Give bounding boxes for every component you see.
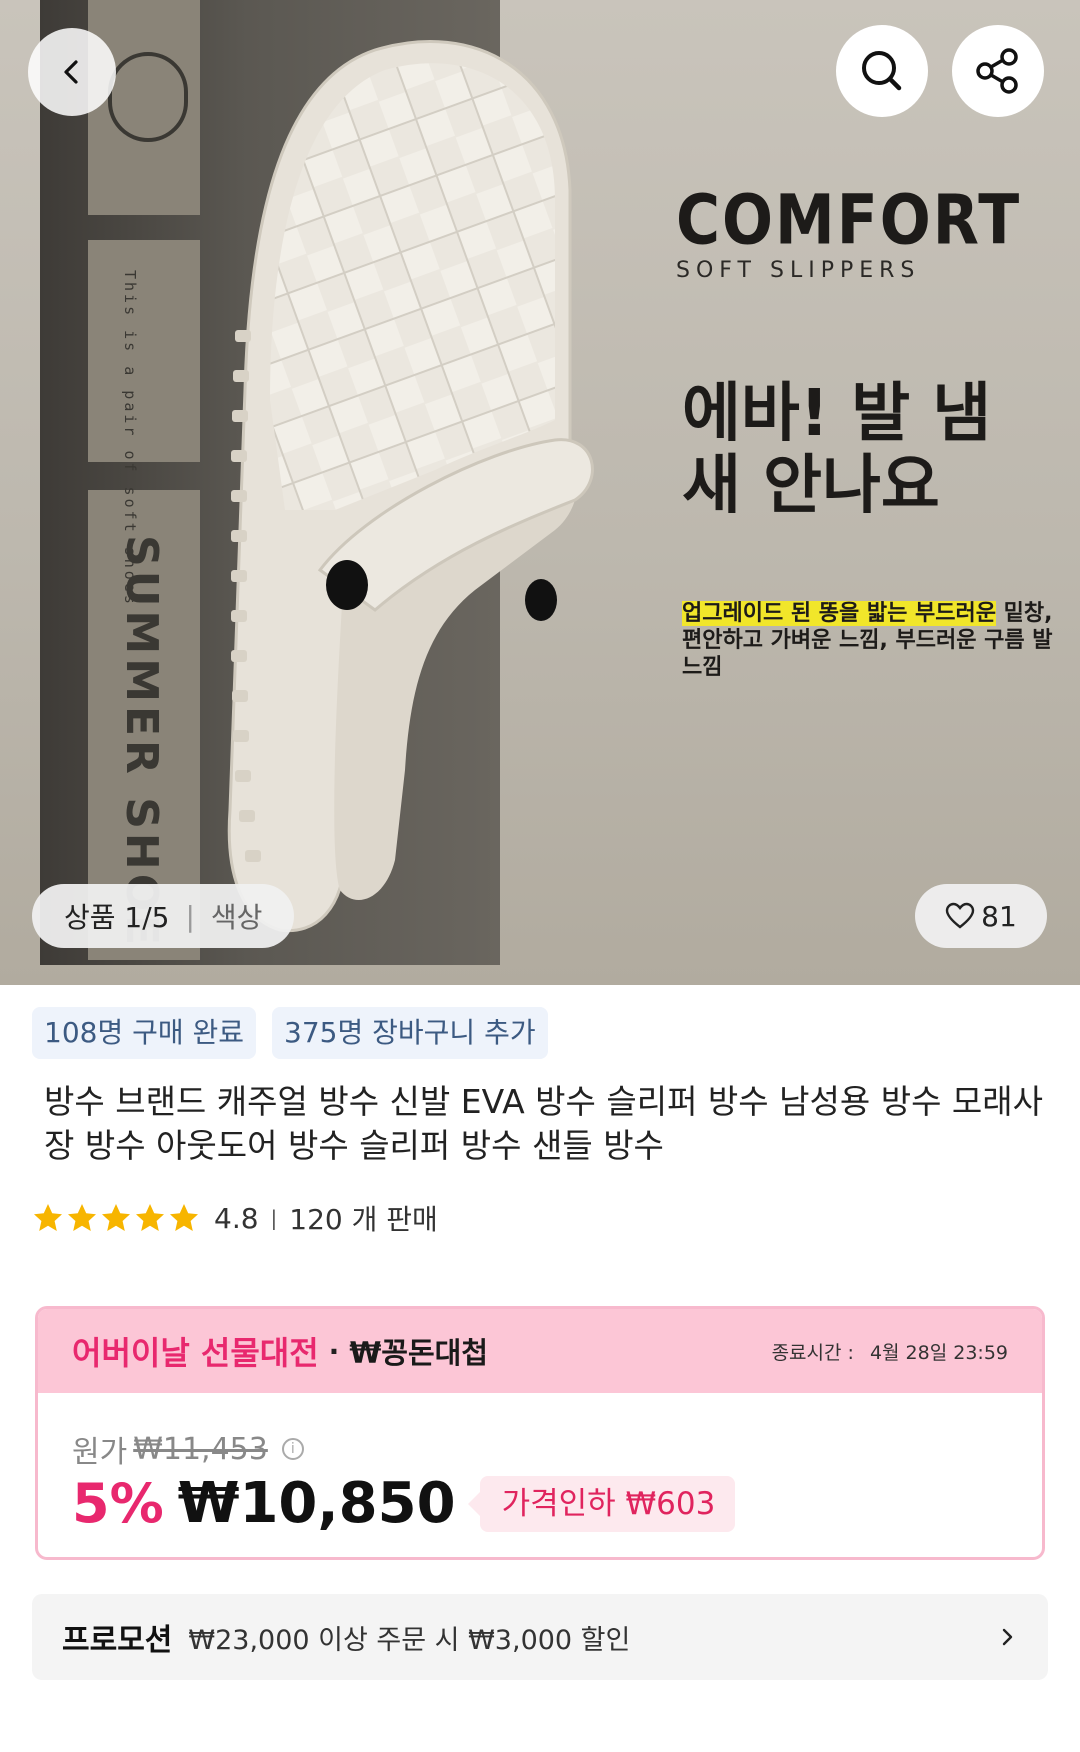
hero-description-highlight: 업그레이드 된 똥을 밟는 부드러운: [682, 601, 996, 626]
star-icon: [102, 1204, 130, 1231]
star-rating: [32, 1202, 200, 1234]
cart-added-count-tag: 375명 장바구니 추가: [272, 1007, 548, 1059]
heart-icon: [945, 902, 975, 929]
hero-description: 업그레이드 된 똥을 밟는 부드러운 밑창, 편안하고 가벼운 느낌, 부드러운…: [682, 600, 1062, 681]
end-time-value: 4월 28일 23:59: [869, 1341, 1008, 1364]
event-price-card: 어버이날 선물대전 · ₩꽁돈대첩 종료시간 : 4월 28일 23:59 원가 …: [35, 1306, 1045, 1560]
chevron-left-icon: [64, 60, 78, 84]
rating-value: 4.8: [214, 1201, 259, 1235]
original-price: ₩11,453: [133, 1431, 268, 1467]
image-counter-pill[interactable]: 상품 1/5 | 색상: [32, 884, 295, 948]
info-icon[interactable]: i: [281, 1438, 304, 1460]
product-title: 방수 브랜드 캐주얼 방수 신발 EVA 방수 슬리퍼 방수 남성용 방수 모래…: [44, 1082, 1043, 1165]
next-section-peek: [0, 1735, 1080, 1752]
promotion-label: 프로모션: [62, 1623, 173, 1658]
rating-separator: |: [270, 1206, 278, 1230]
sale-price: ₩10,850: [177, 1471, 456, 1536]
star-icon: [68, 1204, 96, 1231]
star-icon: [170, 1204, 198, 1231]
discount-percent: 5%: [72, 1472, 164, 1535]
image-counter: 상품 1/5: [64, 901, 170, 934]
purchased-count-tag: 108명 구매 완료: [32, 1007, 257, 1059]
sold-count: 120 개 판매: [289, 1203, 438, 1236]
event-end-time: 종료시간 : 4월 28일 23:59: [772, 1338, 1008, 1365]
counter-separator: |: [185, 899, 195, 933]
slipper-image: [227, 40, 594, 933]
product-image-carousel[interactable]: This is a pair of soft shoes SUMMER SHOE: [0, 0, 1080, 985]
event-separator: ·: [328, 1334, 340, 1368]
brand-subtitle: SOFT SLIPPERS: [676, 258, 921, 283]
star-icon: [34, 1204, 62, 1231]
like-count: 81: [981, 899, 1017, 933]
price-drop-badge: 가격인하 ₩603: [467, 1475, 736, 1532]
search-icon: [862, 51, 902, 91]
share-icon: [976, 48, 1018, 94]
price-row: 5% ₩10,850 가격인하 ₩603: [72, 1471, 736, 1536]
original-price-label: 원가: [72, 1435, 128, 1470]
search-button[interactable]: [836, 25, 928, 117]
end-time-label: 종료시간 :: [771, 1341, 854, 1364]
back-button[interactable]: [28, 28, 116, 116]
event-name: 어버이날 선물대전: [72, 1334, 319, 1372]
promotion-row[interactable]: 프로모션 ₩23,000 이상 주문 시 ₩3,000 할인: [32, 1594, 1048, 1680]
brand-title: COMFORT: [676, 180, 1022, 261]
event-banner: 어버이날 선물대전 · ₩꽁돈대첩 종료시간 : 4월 28일 23:59: [38, 1309, 1042, 1393]
purchase-stats: 108명 구매 완료 375명 장바구니 추가: [32, 1007, 548, 1059]
rating-row[interactable]: 4.8 | 120 개 판매: [32, 1198, 438, 1238]
original-price-row: 원가 ₩11,453 i: [72, 1427, 304, 1471]
like-button[interactable]: 81: [915, 884, 1047, 948]
share-button[interactable]: [952, 25, 1044, 117]
color-option-link[interactable]: 색상: [211, 896, 263, 936]
hero-headline: 에바! 발 냄새 안나요: [682, 377, 992, 523]
chevron-right-icon: [1002, 1628, 1013, 1646]
cloud-icon: [108, 52, 188, 142]
brand-logo: COMFORT SOFT SLIPPERS: [676, 180, 1021, 283]
star-icon: [136, 1204, 164, 1231]
promotion-text: ₩23,000 이상 주문 시 ₩3,000 할인: [188, 1624, 631, 1656]
event-subname: ₩꽁돈대첩: [349, 1336, 489, 1370]
